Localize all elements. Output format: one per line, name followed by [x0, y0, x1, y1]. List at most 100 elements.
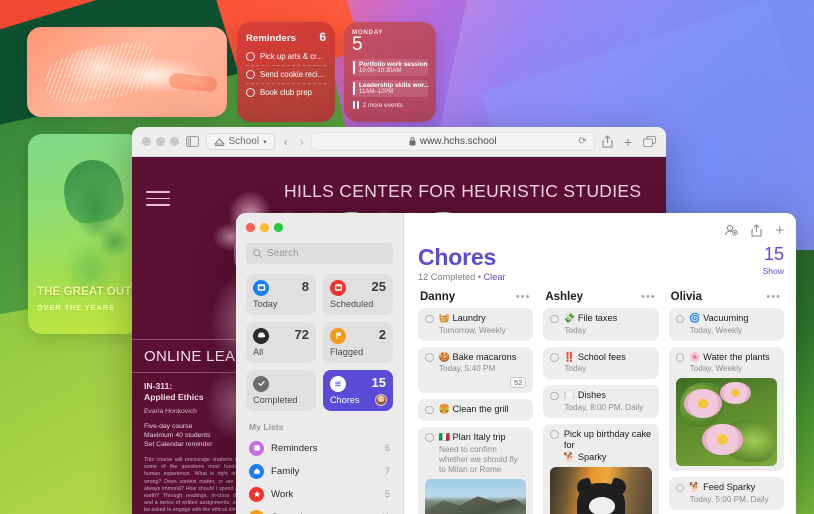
window-traffic-lights[interactable] [246, 223, 393, 232]
task-item[interactable]: 🍔 Clean the grill [418, 399, 534, 421]
search-icon [253, 248, 262, 258]
checkbox-icon[interactable] [246, 52, 255, 61]
smart-list-count: 15 [371, 374, 386, 390]
search-input[interactable]: Search [246, 242, 393, 264]
window-traffic-lights[interactable] [142, 137, 179, 146]
smart-list-all[interactable]: 72 All [246, 321, 316, 363]
task-item[interactable]: Pick up birthday cake for 🐕 Sparky [543, 423, 659, 514]
reminders-widget-item[interactable]: Send cookie reci... [246, 66, 326, 84]
back-button[interactable]: ‹ [284, 135, 288, 149]
safari-navigation[interactable]: ‹ › [284, 135, 304, 149]
task-checkbox[interactable] [550, 353, 559, 362]
task-item[interactable]: 💸 File taxes Today [543, 308, 659, 341]
show-completed-button[interactable]: Show [763, 266, 785, 276]
calendar-day-number: 5 [352, 34, 363, 55]
task-item[interactable]: 🧺 Laundry Tomorrow, Weekly [418, 308, 534, 341]
great-outdoors-poster-widget[interactable]: THE GREAT OUTDOORS OVER THE YEARS [28, 134, 140, 334]
checkbox-icon[interactable] [246, 70, 255, 79]
task-title: School fees [577, 351, 626, 362]
task-item[interactable]: 🍪 Bake macarons Today, 5:40 PM 52 [418, 346, 534, 393]
minimize-button[interactable] [260, 223, 269, 232]
maximize-button[interactable] [170, 137, 179, 146]
reminders-widget[interactable]: Reminders 6 Pick up arts & cr... Send co… [237, 22, 335, 122]
menu-icon[interactable] [146, 191, 170, 211]
photos-widget[interactable] [27, 27, 227, 117]
task-checkbox[interactable] [425, 314, 434, 323]
reminders-toolbar: + [418, 222, 784, 238]
minimize-button[interactable] [156, 137, 165, 146]
poster-subtitle: OVER THE YEARS [37, 303, 115, 312]
calendar-event[interactable]: Portfolio work session 10:00–10:30AM [352, 59, 428, 76]
chores-header: Chores 12 Completed • Clear 15 Show [418, 244, 784, 282]
task-checkbox[interactable] [675, 314, 685, 323]
tabs-overview-icon[interactable] [643, 136, 656, 147]
italy-photo[interactable] [425, 479, 527, 514]
task-checkbox[interactable] [425, 433, 434, 442]
scheduled-icon [330, 279, 346, 296]
more-events-icon [353, 101, 359, 109]
calendar-event[interactable]: Leadership skills wor... 11AM–12PM [352, 80, 429, 97]
reminders-widget-item[interactable]: Pick up arts & cr... [246, 48, 326, 66]
add-person-icon[interactable] [724, 224, 738, 236]
address-bar[interactable]: www.hchs.school ⟳ [310, 132, 595, 151]
list-item-family[interactable]: Family 7 [246, 460, 393, 483]
task-subtitle: Today [564, 364, 587, 373]
clear-button[interactable]: Clear [484, 272, 506, 282]
new-tab-button[interactable]: + [624, 135, 632, 149]
dog-photo[interactable] [550, 467, 652, 514]
task-checkbox[interactable] [675, 483, 685, 492]
task-item[interactable]: 🌀 Vacuuming Today, Weekly [668, 308, 784, 341]
sidebar-toggle-icon[interactable] [185, 136, 199, 147]
url-text: www.hchs.school [419, 136, 497, 147]
task-title: File taxes [577, 313, 618, 323]
column-menu-button[interactable]: ••• [516, 292, 531, 303]
smart-list-label: All [253, 346, 264, 357]
flowers-photo[interactable] [675, 378, 777, 466]
tab-group-icon [213, 137, 225, 146]
column-olivia: Olivia ••• 🌀 Vacuuming Today, Weekly 🌸 W… [668, 291, 784, 514]
task-item[interactable]: 🌸 Water the plants Today, Weekly [668, 346, 784, 471]
forward-button[interactable]: › [300, 135, 304, 149]
task-item[interactable]: 🇮🇹 Plan Italy trip Need to confirm wheth… [418, 426, 534, 514]
column-menu-button[interactable]: ••• [641, 292, 656, 303]
reminders-app-window[interactable]: Search 8 Today 25 Scheduled 72 All 2 Fla… [236, 213, 796, 514]
calendar-more-events[interactable]: 2 more events [352, 101, 428, 109]
all-icon [253, 327, 269, 344]
smart-list-completed[interactable]: Completed [246, 369, 316, 411]
column-name: Danny [420, 291, 456, 303]
task-checkbox[interactable] [550, 314, 559, 323]
share-icon[interactable] [751, 223, 762, 237]
smart-list-scheduled[interactable]: 25 Scheduled [323, 273, 393, 315]
list-item-work[interactable]: Work 5 [246, 483, 393, 506]
column-name: Olivia [670, 291, 702, 303]
checkbox-icon[interactable] [246, 88, 255, 97]
task-item[interactable]: ‼️ School fees Today [543, 346, 659, 379]
smart-list-today[interactable]: 8 Today [246, 273, 316, 315]
task-item[interactable]: 🍽️ Dishes Today, 8:00 PM, Daily [543, 385, 659, 418]
task-subtitle: Today, Weekly [689, 364, 743, 373]
safari-toolbar: School ▾ ‹ › www.hchs.school ⟳ + [132, 127, 666, 157]
maximize-button[interactable] [274, 223, 283, 232]
check-icon [253, 375, 269, 392]
calendar-widget[interactable]: MONDAY 5 Portfolio work session 10:00–10… [344, 22, 436, 122]
list-item-groceries[interactable]: Groceries 11 [246, 506, 393, 514]
share-icon[interactable] [602, 135, 613, 148]
safari-toolbar-right[interactable]: + [602, 135, 656, 149]
task-checkbox[interactable] [675, 353, 685, 362]
chores-columns: Danny ••• 🧺 Laundry Tomorrow, Weekly 🍪 B… [418, 291, 784, 514]
reminders-widget-item[interactable]: Book club prep [246, 84, 326, 101]
column-menu-button[interactable]: ••• [766, 292, 781, 303]
task-checkbox[interactable] [550, 430, 559, 439]
list-item-reminders[interactable]: Reminders 6 [246, 437, 393, 460]
task-item[interactable]: 🐕 Feed Sparky Today, 5:00 PM, Daily [668, 477, 784, 510]
task-checkbox[interactable] [425, 405, 434, 414]
reload-icon[interactable]: ⟳ [578, 136, 586, 147]
task-checkbox[interactable] [425, 353, 434, 362]
task-checkbox[interactable] [550, 391, 559, 400]
tab-group-selector[interactable]: School ▾ [205, 133, 275, 150]
close-button[interactable] [142, 137, 151, 146]
close-button[interactable] [246, 223, 255, 232]
smart-list-flagged[interactable]: 2 Flagged [323, 321, 393, 363]
add-reminder-button[interactable]: + [775, 223, 784, 238]
smart-list-chores[interactable]: 15 Chores [323, 369, 393, 411]
